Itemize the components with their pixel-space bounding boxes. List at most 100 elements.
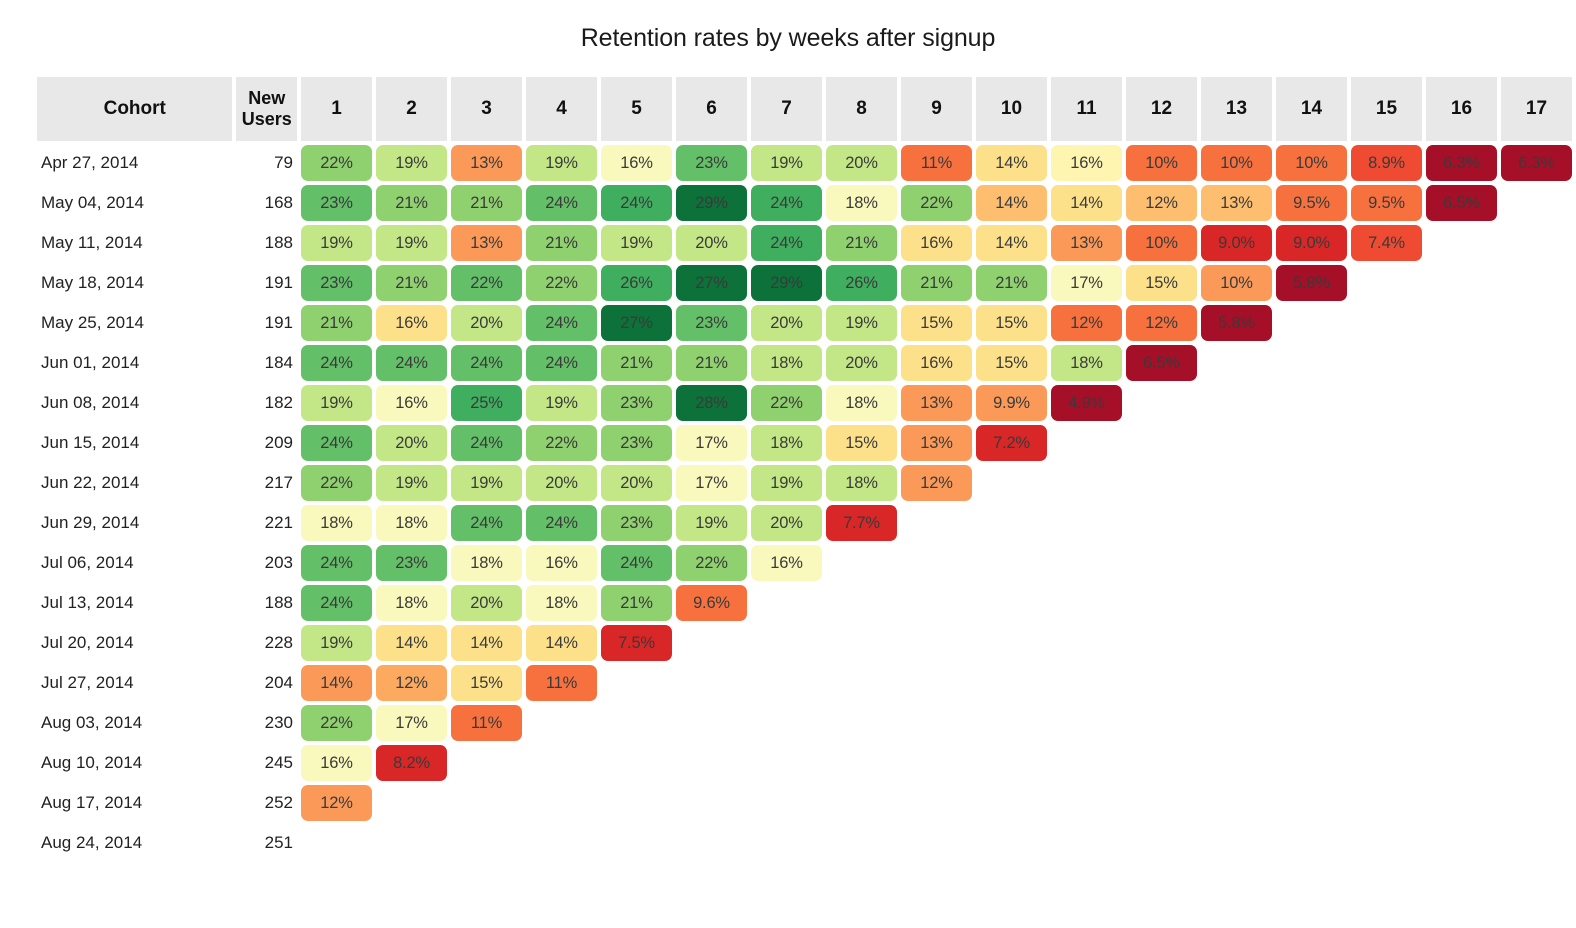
retention-cell[interactable]: 10% [1125,145,1197,181]
retention-cell[interactable]: 12% [1125,305,1197,341]
retention-cell[interactable]: 16% [375,305,447,341]
retention-cell[interactable]: 24% [450,345,522,381]
retention-cell[interactable]: 14% [375,625,447,661]
retention-cell[interactable]: 20% [600,465,672,501]
retention-cell[interactable]: 19% [300,625,372,661]
retention-cell[interactable]: 19% [750,465,822,501]
retention-cell[interactable]: 9.5% [1350,185,1422,221]
retention-cell[interactable]: 13% [900,425,972,461]
retention-cell[interactable]: 18% [375,505,447,541]
retention-cell[interactable]: 17% [1050,265,1122,301]
retention-cell[interactable]: 27% [675,265,747,301]
retention-cell[interactable]: 15% [975,345,1047,381]
retention-cell[interactable]: 16% [375,385,447,421]
retention-cell[interactable]: 7.2% [975,425,1047,461]
retention-cell[interactable]: 10% [1125,225,1197,261]
retention-cell[interactable]: 24% [525,305,597,341]
retention-cell[interactable]: 19% [825,305,897,341]
retention-cell[interactable]: 20% [450,585,522,621]
retention-cell[interactable]: 24% [600,185,672,221]
retention-cell[interactable]: 16% [900,345,972,381]
retention-cell[interactable]: 21% [375,185,447,221]
retention-cell[interactable]: 22% [300,705,372,741]
retention-cell[interactable]: 20% [450,305,522,341]
retention-cell[interactable]: 11% [900,145,972,181]
retention-cell[interactable]: 24% [525,185,597,221]
retention-cell[interactable]: 19% [375,225,447,261]
retention-cell[interactable]: 14% [300,665,372,701]
retention-cell[interactable]: 21% [675,345,747,381]
retention-cell[interactable]: 13% [450,225,522,261]
retention-cell[interactable]: 19% [525,385,597,421]
retention-cell[interactable]: 20% [750,305,822,341]
retention-cell[interactable]: 15% [975,305,1047,341]
retention-cell[interactable]: 16% [300,745,372,781]
retention-cell[interactable]: 19% [300,225,372,261]
retention-cell[interactable]: 9.0% [1200,225,1272,261]
retention-cell[interactable]: 24% [750,225,822,261]
retention-cell[interactable]: 14% [1050,185,1122,221]
retention-cell[interactable]: 16% [1050,145,1122,181]
retention-cell[interactable]: 9.6% [675,585,747,621]
retention-cell[interactable]: 19% [600,225,672,261]
retention-cell[interactable]: 18% [450,545,522,581]
retention-cell[interactable]: 17% [675,465,747,501]
retention-cell[interactable]: 14% [525,625,597,661]
retention-cell[interactable]: 21% [600,345,672,381]
retention-cell[interactable]: 21% [975,265,1047,301]
retention-cell[interactable]: 13% [1050,225,1122,261]
retention-cell[interactable]: 21% [825,225,897,261]
retention-cell[interactable]: 19% [375,145,447,181]
retention-cell[interactable]: 10% [1200,145,1272,181]
retention-cell[interactable]: 15% [1125,265,1197,301]
retention-cell[interactable]: 18% [750,425,822,461]
retention-cell[interactable]: 29% [675,185,747,221]
retention-cell[interactable]: 20% [375,425,447,461]
retention-cell[interactable]: 23% [375,545,447,581]
retention-cell[interactable]: 28% [675,385,747,421]
retention-cell[interactable]: 6.3% [1425,145,1497,181]
retention-cell[interactable]: 12% [900,465,972,501]
retention-cell[interactable]: 24% [450,505,522,541]
retention-cell[interactable]: 6.3% [1500,145,1572,181]
retention-cell[interactable]: 21% [525,225,597,261]
retention-cell[interactable]: 18% [525,585,597,621]
retention-cell[interactable]: 14% [975,185,1047,221]
retention-cell[interactable]: 7.7% [825,505,897,541]
retention-cell[interactable]: 11% [450,705,522,741]
retention-cell[interactable]: 16% [525,545,597,581]
retention-cell[interactable]: 22% [750,385,822,421]
retention-cell[interactable]: 22% [450,265,522,301]
retention-cell[interactable]: 21% [375,265,447,301]
retention-cell[interactable]: 12% [1050,305,1122,341]
retention-cell[interactable]: 20% [675,225,747,261]
retention-cell[interactable]: 23% [300,185,372,221]
retention-cell[interactable]: 24% [750,185,822,221]
retention-cell[interactable]: 20% [825,145,897,181]
retention-cell[interactable]: 18% [825,465,897,501]
retention-cell[interactable]: 14% [975,145,1047,181]
retention-cell[interactable]: 24% [600,545,672,581]
retention-cell[interactable]: 24% [525,505,597,541]
retention-cell[interactable]: 26% [600,265,672,301]
retention-cell[interactable]: 18% [750,345,822,381]
retention-cell[interactable]: 6.5% [1425,185,1497,221]
retention-cell[interactable]: 10% [1275,145,1347,181]
retention-cell[interactable]: 24% [300,585,372,621]
retention-cell[interactable]: 22% [525,425,597,461]
retention-cell[interactable]: 7.4% [1350,225,1422,261]
retention-cell[interactable]: 22% [525,265,597,301]
retention-cell[interactable]: 23% [300,265,372,301]
retention-cell[interactable]: 10% [1200,265,1272,301]
retention-cell[interactable]: 19% [675,505,747,541]
retention-cell[interactable]: 23% [600,385,672,421]
retention-cell[interactable]: 22% [900,185,972,221]
retention-cell[interactable]: 11% [525,665,597,701]
retention-cell[interactable]: 24% [300,545,372,581]
retention-cell[interactable]: 16% [900,225,972,261]
retention-cell[interactable]: 15% [900,305,972,341]
retention-cell[interactable]: 8.9% [1350,145,1422,181]
retention-cell[interactable]: 24% [300,345,372,381]
retention-cell[interactable]: 18% [300,505,372,541]
retention-cell[interactable]: 21% [900,265,972,301]
